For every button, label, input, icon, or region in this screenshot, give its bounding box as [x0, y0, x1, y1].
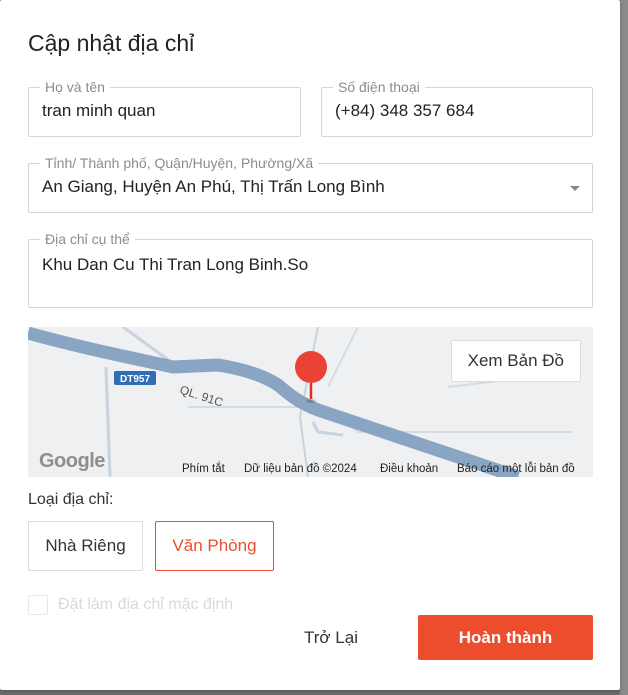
map-data-credit[interactable]: Dữ liệu bản đồ ©2024: [244, 463, 357, 475]
map-pin-icon[interactable]: [295, 351, 327, 383]
address-type-home-button[interactable]: Nhà Riêng: [28, 521, 143, 571]
map-preview[interactable]: DT957 QL. 91C Xem Bản Đồ Google Phím tắt…: [28, 327, 593, 477]
name-field-label: Họ và tên: [40, 79, 110, 95]
detail-address-label: Địa chỉ cụ thể: [40, 231, 135, 247]
address-type-office-button[interactable]: Văn Phòng: [155, 521, 274, 571]
update-address-dialog: Cập nhật địa chỉ Họ và tên tran minh qua…: [0, 0, 620, 690]
name-field[interactable]: Họ và tên tran minh quan: [28, 79, 301, 137]
name-field-value[interactable]: tran minh quan: [42, 101, 155, 121]
submit-button[interactable]: Hoàn thành: [418, 615, 593, 660]
default-address-label: Đặt làm địa chỉ mặc định: [58, 596, 234, 613]
detail-address-value[interactable]: Khu Dan Cu Thi Tran Long Binh.So: [42, 255, 308, 275]
dialog-title: Cập nhật địa chỉ: [28, 30, 195, 56]
view-map-button[interactable]: Xem Bản Đồ: [450, 340, 581, 382]
phone-field-value[interactable]: (+84) 348 357 684: [335, 101, 474, 121]
road-shield-label: DT957: [120, 374, 150, 385]
region-select-value[interactable]: An Giang, Huyện An Phú, Thị Trấn Long Bì…: [42, 177, 385, 197]
phone-field[interactable]: Số điện thoại (+84) 348 357 684: [321, 79, 593, 137]
default-address-row: Đặt làm địa chỉ mặc định: [28, 595, 233, 615]
region-select[interactable]: Tỉnh/ Thành phố, Quận/Huyện, Phường/Xã A…: [28, 155, 593, 213]
detail-address-field[interactable]: Địa chỉ cụ thể Khu Dan Cu Thi Tran Long …: [28, 231, 593, 308]
region-select-label: Tỉnh/ Thành phố, Quận/Huyện, Phường/Xã: [40, 155, 319, 171]
phone-field-label: Số điện thoại: [333, 79, 425, 95]
map-shortcuts-link[interactable]: Phím tắt: [182, 463, 225, 475]
backdrop-strip: [620, 0, 628, 695]
map-report-link[interactable]: Báo cáo một lỗi bản đồ: [457, 463, 575, 475]
default-address-checkbox[interactable]: [28, 595, 48, 615]
google-logo: Google: [39, 450, 105, 472]
back-button[interactable]: Trở Lại: [280, 615, 382, 660]
map-terms-link[interactable]: Điều khoản: [380, 463, 438, 475]
address-type-label: Loại địa chỉ:: [28, 491, 114, 508]
caret-down-icon[interactable]: [570, 186, 580, 191]
